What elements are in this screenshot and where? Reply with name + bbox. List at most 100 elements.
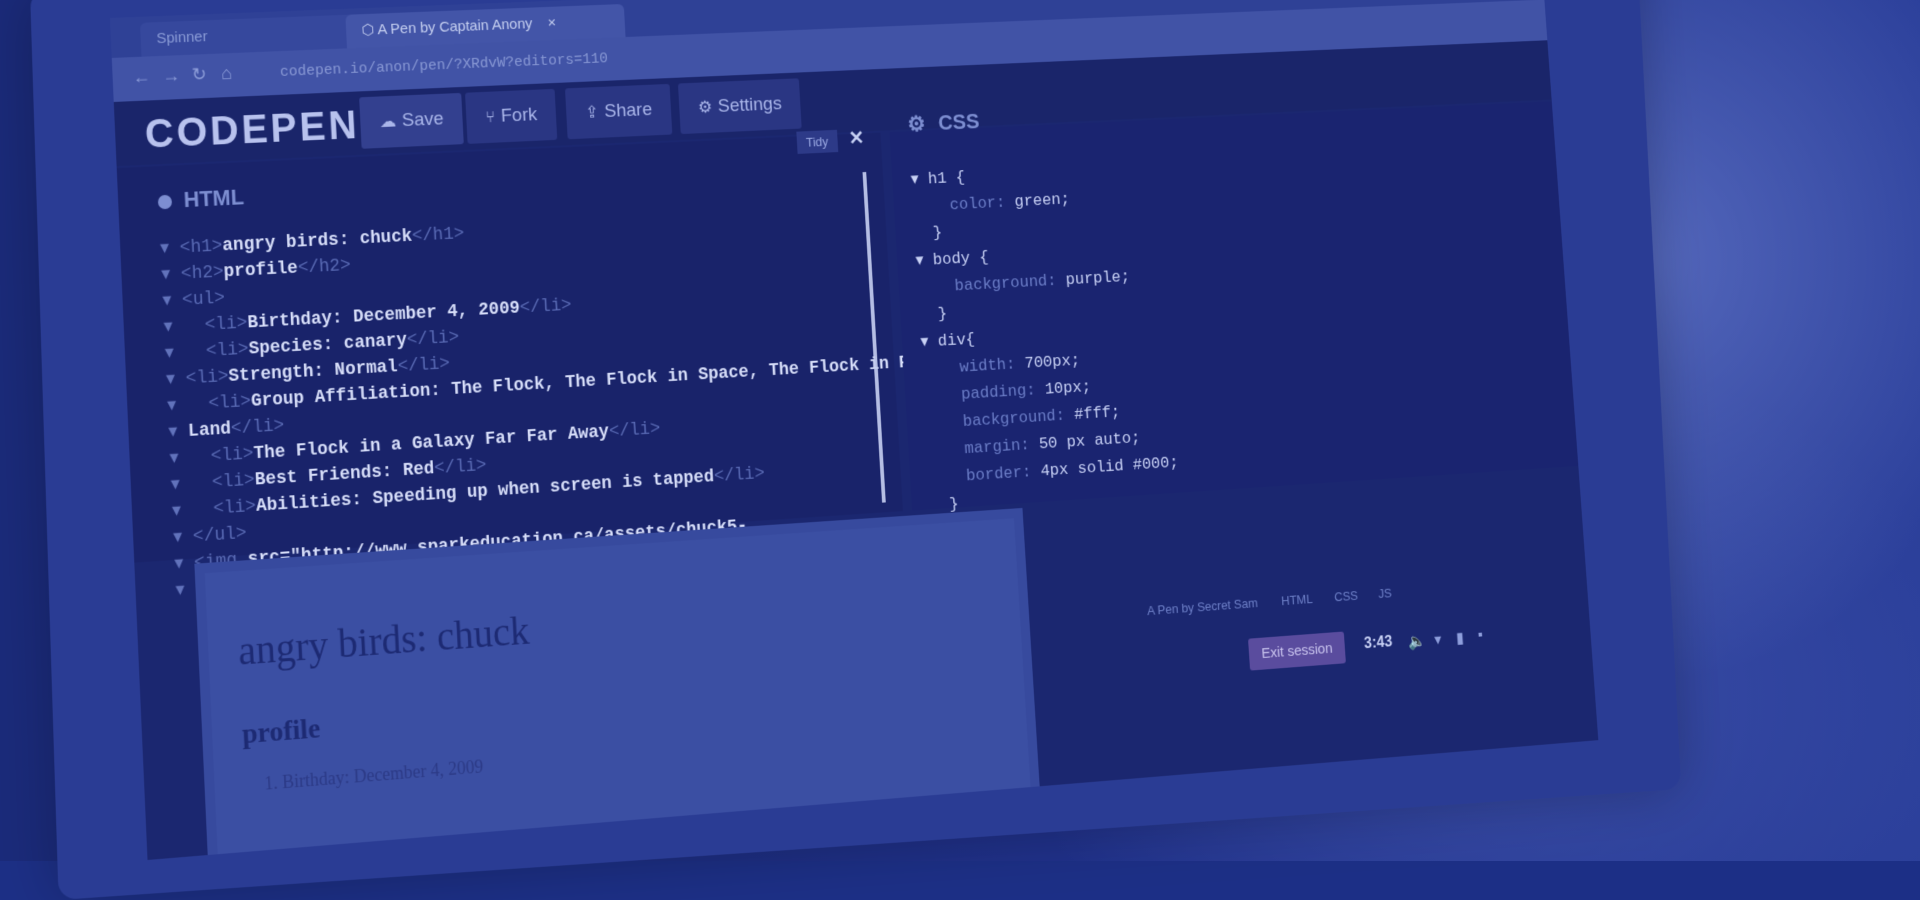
forward-arrow-icon[interactable]: → (162, 65, 181, 87)
code-tag: </li> (713, 464, 766, 488)
css-value: 700px; (1024, 351, 1081, 374)
code-tag: </ul> (192, 523, 248, 548)
tidy-button[interactable]: Tidy (796, 129, 839, 154)
fold-arrow-icon[interactable]: ▾ (172, 501, 193, 522)
code-tag: <li> (191, 496, 257, 522)
wifi-icon[interactable]: ▾ (1434, 630, 1442, 650)
tab-label: A Pen by Captain Anony (377, 15, 533, 39)
code-tag: </li> (519, 295, 572, 319)
code-tag: </h2> (297, 255, 352, 279)
back-arrow-icon[interactable]: ← (132, 66, 151, 88)
fork-icon: ⑂ (484, 107, 496, 127)
close-icon[interactable]: ✕ (848, 126, 865, 151)
code-tag: </li> (397, 354, 451, 378)
footer-tab-css[interactable]: CSS (1334, 588, 1359, 604)
css-value: purple; (1065, 268, 1131, 291)
fold-arrow-icon[interactable]: ▾ (163, 317, 184, 339)
html-editor-title: HTML (157, 184, 244, 214)
code-tag: <h2> (180, 262, 225, 285)
css-selector: ▾ body { (915, 248, 990, 272)
gear-icon: ⚙ (697, 97, 713, 117)
css-editor-title-label: CSS (937, 108, 981, 135)
css-property: padding: (923, 381, 1046, 407)
code-tag: <li> (182, 313, 248, 338)
css-code-area[interactable]: ▾ h1 { color: green; } ▾ body { backgroun… (910, 156, 1181, 521)
code-tag: <li> (184, 339, 250, 364)
editor-actions: Tidy ✕ (796, 126, 865, 154)
code-tag: <li> (188, 444, 255, 469)
code-text: profile (223, 258, 299, 283)
html-editor-title-label: HTML (183, 184, 245, 213)
css-property: color: (911, 193, 1016, 218)
css-selector: } (918, 305, 948, 326)
code-tag: </li> (406, 327, 460, 351)
share-button[interactable]: ⇪ Share (564, 83, 673, 140)
fold-arrow-icon[interactable]: ▾ (175, 580, 196, 602)
fold-arrow-icon[interactable]: ▾ (166, 369, 187, 391)
footer-tab-html[interactable]: HTML (1281, 591, 1313, 608)
fold-arrow-icon[interactable]: ▾ (168, 422, 189, 443)
html-editor-gear-icon[interactable] (157, 194, 173, 210)
code-tag: <li> (185, 366, 230, 390)
code-tag: </li> (433, 455, 487, 480)
css-value: #fff; (1073, 403, 1121, 425)
fork-button[interactable]: ⑂ Fork (465, 88, 558, 144)
exit-session-button[interactable]: Exit session (1248, 631, 1346, 671)
fold-arrow-icon[interactable]: ▾ (173, 527, 194, 549)
css-value: green; (1014, 190, 1071, 212)
preview-subheading: profile (241, 712, 321, 751)
save-button[interactable]: ☁ Save (359, 92, 465, 149)
volume-icon[interactable]: 🔈 (1407, 631, 1427, 651)
code-tag: </li> (230, 416, 285, 440)
monitor-screen: Spinner ⬡ A Pen by Captain Anony × ← → ↻… (110, 0, 1599, 861)
fold-arrow-icon[interactable]: ▾ (169, 448, 190, 470)
css-property: background: (916, 271, 1067, 299)
code-tag: <li> (190, 470, 256, 495)
tab-close-icon[interactable]: × (547, 14, 556, 31)
codepen-logo[interactable]: CODEPEN (144, 103, 360, 157)
css-selector: } (913, 224, 943, 245)
home-icon[interactable]: ⌂ (221, 63, 233, 84)
css-editor-title: ⚙ CSS (907, 109, 980, 137)
css-property: width: (921, 355, 1026, 380)
preview-list-item: 1. Birthday: December 4, 2009 (263, 756, 484, 794)
fork-label: Fork (500, 104, 538, 127)
url-text: codepen.io/anon/pen/?XRdvW?editors=110 (279, 50, 609, 81)
css-value: 4px solid #000; (1040, 454, 1180, 482)
code-tag: <ul> (181, 288, 226, 311)
css-selector: ▾ h1 { (910, 169, 966, 191)
fold-arrow-icon[interactable]: ▾ (174, 554, 195, 575)
account-icon[interactable]: ▪ (1477, 627, 1483, 645)
cloud-icon: ☁ (379, 111, 397, 132)
fold-arrow-icon[interactable]: ▾ (167, 396, 188, 417)
share-label: Share (603, 99, 653, 122)
css-value: 10px; (1044, 378, 1092, 400)
pen-credit[interactable]: A Pen by Secret Sam (1147, 595, 1259, 618)
battery-icon[interactable]: ▮ (1455, 628, 1465, 648)
code-text: Land (187, 419, 232, 443)
code-tag: </li> (608, 419, 661, 443)
fold-arrow-icon[interactable]: ▾ (160, 239, 181, 260)
codepen-favicon-icon: ⬡ (361, 21, 378, 39)
clock[interactable]: 3:43 (1364, 634, 1393, 653)
reload-icon[interactable]: ↻ (191, 64, 207, 86)
css-selector: ▾ div{ (920, 330, 976, 353)
footer-tab-js[interactable]: JS (1378, 586, 1392, 601)
settings-button[interactable]: ⚙ Settings (677, 78, 802, 135)
css-editor-panel[interactable]: ⚙ CSS ▾ h1 { color: green; } ▾ body { back… (889, 101, 1579, 515)
preview-heading: angry birds: chuck (237, 607, 531, 674)
fold-arrow-icon[interactable]: ▾ (170, 474, 191, 496)
fold-arrow-icon[interactable]: ▾ (161, 265, 182, 286)
css-property: background: (924, 406, 1075, 435)
code-tag: <h1> (179, 236, 223, 259)
css-property: border: (928, 462, 1042, 489)
css-editor-gear-icon[interactable]: ⚙ (907, 111, 926, 136)
fold-arrow-icon[interactable]: ▾ (162, 291, 183, 312)
code-tag: </h1> (411, 224, 465, 247)
css-value: 50 px auto; (1038, 429, 1141, 455)
settings-label: Settings (717, 93, 783, 117)
tab-label: Spinner (156, 28, 208, 48)
fold-arrow-icon[interactable]: ▾ (164, 343, 185, 365)
css-property: margin: (926, 435, 1040, 462)
html-editor-panel[interactable]: Tidy ✕ HTML ▾ <h1>angry birds: chuck</h1… (116, 128, 949, 602)
